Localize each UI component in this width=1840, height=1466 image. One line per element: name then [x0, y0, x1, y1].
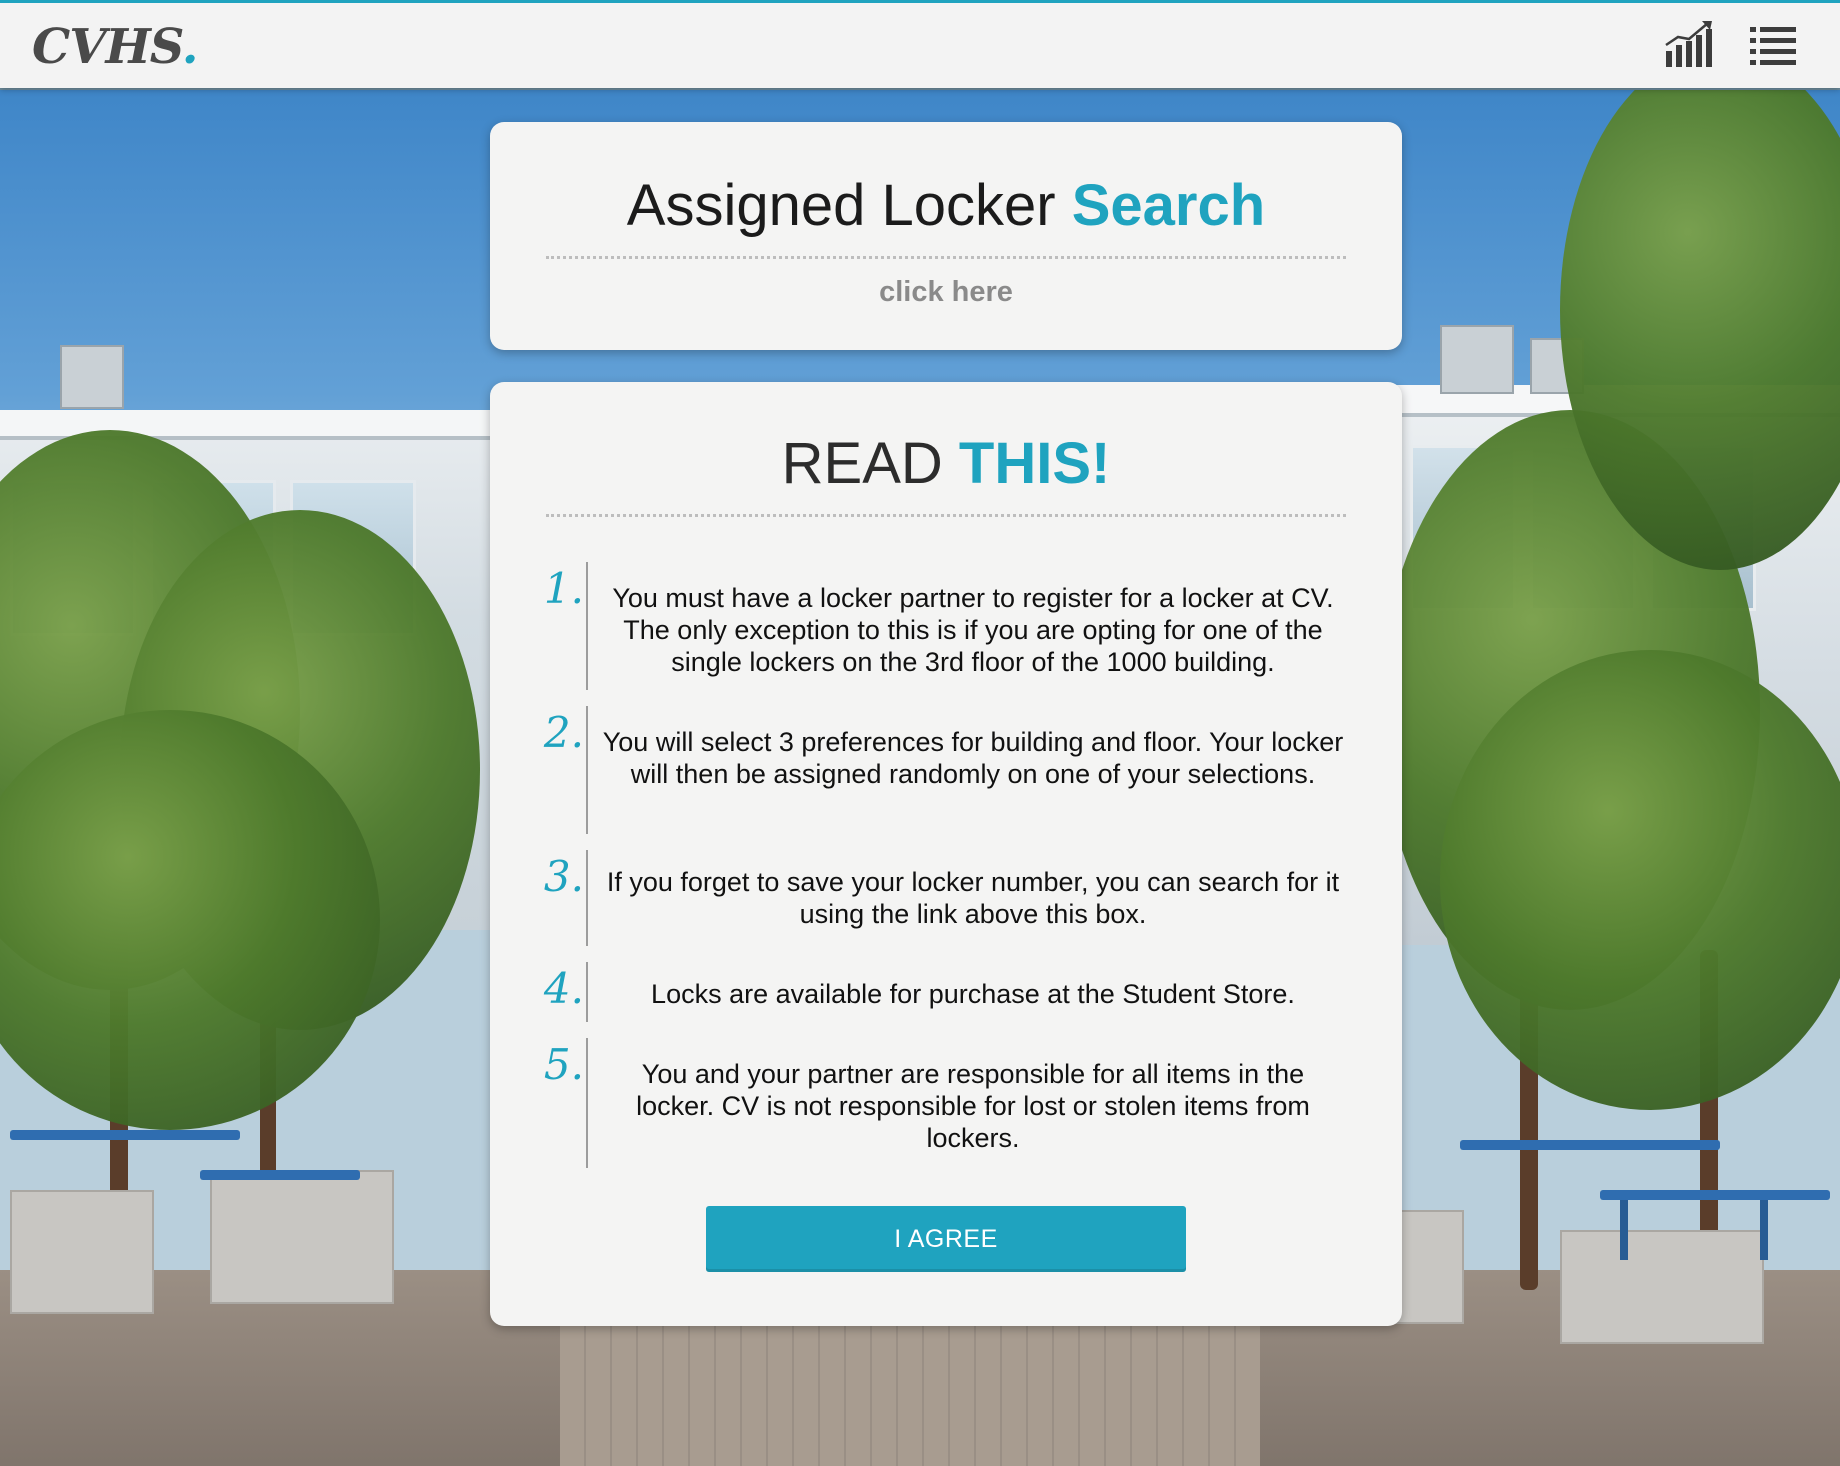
rule-item-1: 1. You must have a locker partner to reg…: [490, 562, 1402, 690]
rule-text: You will select 3 preferences for buildi…: [602, 727, 1344, 789]
locker-search-card: Assigned Locker Search click here: [490, 122, 1402, 350]
rule-item-3: 3. If you forget to save your locker num…: [490, 850, 1402, 946]
rules-title-main: READ: [781, 431, 959, 496]
logo-text: CVHS: [32, 19, 183, 75]
logo-dot: .: [181, 19, 199, 75]
rule-item-2: 2. You will select 3 preferences for bui…: [490, 706, 1402, 834]
dotted-divider: [546, 514, 1346, 517]
rule-number: 3.: [543, 852, 584, 901]
locker-search-title: Assigned Locker Search: [490, 172, 1402, 239]
rule-text: Locks are available for purchase at the …: [651, 979, 1295, 1009]
rule-text: If you forget to save your locker number…: [606, 867, 1340, 929]
rule-divider: [586, 562, 588, 690]
rule-text: You must have a locker partner to regist…: [612, 583, 1334, 677]
read-this-card: READ THIS! 1. You must have a locker par…: [490, 382, 1402, 1326]
dotted-divider: [546, 256, 1346, 259]
search-title-accent: Search: [1071, 173, 1266, 238]
rule-text: You and your partner are responsible for…: [636, 1059, 1310, 1153]
rule-number: 2.: [543, 708, 584, 757]
cvhs-logo[interactable]: CVHS.: [32, 17, 199, 77]
stats-chart-icon[interactable]: [1662, 19, 1714, 71]
rule-item-4: 4. Locks are available for purchase at t…: [490, 962, 1402, 1022]
read-this-title: READ THIS!: [490, 430, 1402, 497]
rule-divider: [586, 850, 588, 946]
search-title-main: Assigned Locker: [626, 173, 1072, 238]
i-agree-button[interactable]: I AGREE: [706, 1206, 1186, 1272]
rule-number: 1.: [543, 564, 584, 613]
rules-title-accent: THIS!: [958, 431, 1111, 496]
rule-item-5: 5. You and your partner are responsible …: [490, 1038, 1402, 1168]
rule-divider: [586, 962, 588, 1022]
top-nav-bar: CVHS.: [0, 0, 1840, 88]
locker-search-link[interactable]: click here: [490, 276, 1402, 309]
list-menu-icon[interactable]: [1748, 19, 1800, 71]
rule-number: 4.: [543, 964, 584, 1013]
rule-divider: [586, 706, 588, 834]
rule-number: 5.: [543, 1040, 584, 1089]
rule-divider: [586, 1038, 588, 1168]
